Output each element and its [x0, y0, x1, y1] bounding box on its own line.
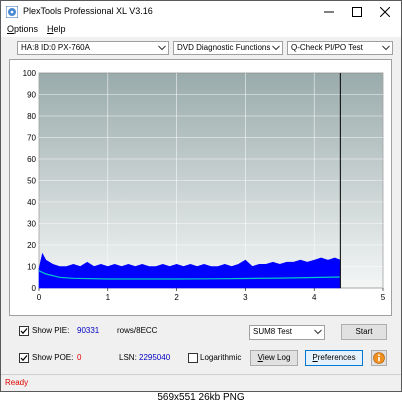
- show-pie-label: Show PIE:: [32, 326, 70, 335]
- y-tick-label: 90: [27, 91, 36, 100]
- logarithmic-checkbox[interactable]: [188, 353, 198, 363]
- y-tick-label: 30: [27, 220, 36, 229]
- info-button[interactable]: [371, 350, 387, 366]
- app-logo-icon: [5, 5, 19, 19]
- status-text: Ready: [5, 378, 29, 387]
- test-mode-value: SUM8 Test: [253, 327, 292, 336]
- maximize-icon: [352, 7, 362, 17]
- menu-help[interactable]: Help: [47, 24, 66, 34]
- chevron-down-icon: [158, 45, 166, 51]
- info-icon: [373, 352, 385, 364]
- start-button[interactable]: Start: [341, 324, 387, 340]
- y-tick-label: 40: [27, 198, 36, 207]
- y-tick-label: 80: [27, 112, 36, 121]
- chevron-down-icon: [272, 45, 280, 51]
- view-log-button[interactable]: View Log: [250, 350, 298, 366]
- close-button[interactable]: [371, 1, 399, 23]
- checkmark-icon: [20, 355, 28, 362]
- y-tick-label: 60: [27, 155, 36, 164]
- show-pie-checkbox[interactable]: [19, 326, 29, 336]
- logarithmic-label: Logarithmic: [200, 353, 242, 362]
- y-tick-label: 100: [23, 69, 37, 78]
- drive-select-value: HA:8 ID:0 PX-760A: [21, 43, 90, 52]
- test-select[interactable]: Q-Check PI/PO Test: [287, 41, 393, 55]
- x-tick-label: 3: [243, 293, 248, 302]
- function-select[interactable]: DVD Diagnostic Functions: [173, 41, 283, 55]
- window-title: PlexTools Professional XL V3.16: [23, 6, 153, 16]
- checkmark-icon: [20, 328, 28, 335]
- image-caption: 569x551 26kb PNG: [0, 392, 402, 404]
- x-tick-label: 1: [106, 293, 111, 302]
- y-tick-label: 50: [27, 177, 36, 186]
- minimize-icon: [324, 11, 334, 13]
- pie-value: 90331: [77, 326, 100, 335]
- y-tick-label: 10: [27, 263, 36, 272]
- test-mode-select[interactable]: SUM8 Test: [249, 325, 325, 340]
- pi-chart-panel: 0 10 20 30 40 50 60 70 80 90 100 0 1 2 3 4 5: [9, 59, 392, 316]
- drive-select[interactable]: HA:8 ID:0 PX-760A: [17, 41, 169, 55]
- title-bar[interactable]: PlexTools Professional XL V3.16: [1, 1, 401, 23]
- status-bar: Ready: [1, 374, 401, 391]
- poe-value: 0: [77, 353, 82, 362]
- chevron-down-icon: [314, 329, 322, 335]
- pi-po-chart: 0 10 20 30 40 50 60 70 80 90 100 0 1 2 3 4 5: [23, 69, 386, 302]
- minimize-button[interactable]: [315, 1, 343, 23]
- x-tick-label: 4: [312, 293, 317, 302]
- menu-options[interactable]: Options: [7, 24, 38, 34]
- preferences-button[interactable]: Preferences: [305, 350, 363, 366]
- x-tick-label: 0: [37, 293, 42, 302]
- function-select-value: DVD Diagnostic Functions: [177, 43, 271, 52]
- y-tick-label: 20: [27, 241, 36, 250]
- show-poe-label: Show POE:: [32, 353, 74, 362]
- app-window: PlexTools Professional XL V3.16 Options …: [0, 0, 402, 392]
- lsn-value: 2295040: [139, 353, 171, 362]
- x-tick-label: 5: [381, 293, 386, 302]
- x-tick-label: 2: [174, 293, 179, 302]
- close-icon: [380, 7, 390, 17]
- test-select-value: Q-Check PI/PO Test: [291, 43, 363, 52]
- lsn-label: LSN:: [119, 353, 137, 362]
- show-poe-checkbox[interactable]: [19, 353, 29, 363]
- pie-unit: rows/8ECC: [117, 326, 158, 335]
- maximize-button[interactable]: [343, 1, 371, 23]
- y-tick-label: 0: [32, 284, 37, 293]
- menu-bar: Options Help: [1, 23, 401, 37]
- chevron-down-icon: [382, 45, 390, 51]
- y-tick-label: 70: [27, 134, 36, 143]
